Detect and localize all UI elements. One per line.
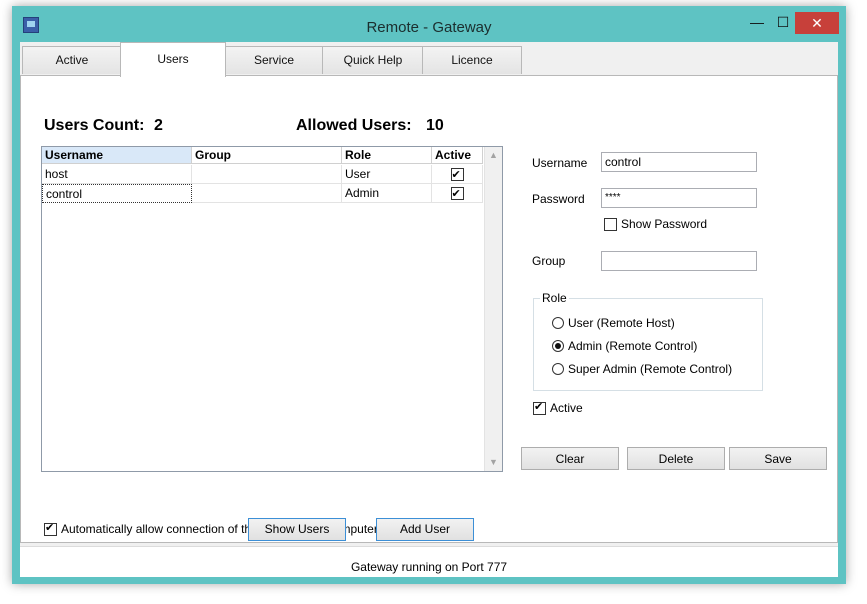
role-option-label: Admin (Remote Control): [568, 339, 698, 353]
show-password-checkbox[interactable]: [604, 217, 617, 231]
delete-button[interactable]: Delete: [627, 447, 725, 470]
close-button[interactable]: ✕: [795, 12, 839, 34]
role-radio-user[interactable]: [552, 317, 564, 329]
group-field[interactable]: [601, 251, 757, 271]
cell-role[interactable]: Admin: [342, 184, 432, 203]
role-option-super-admin[interactable]: Super Admin (Remote Control): [552, 362, 732, 376]
username-label: Username: [532, 156, 588, 170]
group-label: Group: [532, 254, 566, 268]
tab-service[interactable]: Service: [224, 46, 324, 74]
users-count-label: Users Count:: [44, 117, 145, 134]
tab-users[interactable]: Users: [120, 42, 226, 77]
add-user-button[interactable]: Add User: [376, 518, 474, 541]
column-header-active[interactable]: Active: [432, 147, 483, 164]
active-form-checkbox[interactable]: [533, 400, 546, 415]
role-radio-admin[interactable]: [552, 340, 564, 352]
role-option-label: User (Remote Host): [568, 316, 675, 330]
auto-allow-checkbox[interactable]: [44, 521, 57, 536]
column-header-role[interactable]: Role: [342, 147, 432, 164]
allowed-users-value: 10: [426, 117, 444, 134]
scroll-up-arrow-icon[interactable]: ▲: [485, 147, 502, 164]
tab-quick-help[interactable]: Quick Help: [322, 46, 424, 74]
tab-bar: Active Users Service Quick Help Licence: [20, 42, 838, 77]
users-grid[interactable]: Username Group Role Active host User con…: [41, 146, 503, 472]
role-groupbox: Role User (Remote Host) Admin (Remote Co…: [533, 291, 763, 391]
allowed-users-label: Allowed Users:: [296, 117, 412, 134]
client-area: Active Users Service Quick Help Licence …: [20, 42, 838, 577]
cell-username[interactable]: control: [42, 184, 192, 203]
active-option[interactable]: Active: [533, 400, 583, 415]
cell-group[interactable]: [192, 165, 342, 184]
cell-active[interactable]: [432, 165, 483, 185]
active-checkbox[interactable]: [450, 166, 464, 185]
maximize-button[interactable]: ☐: [770, 12, 796, 32]
scroll-down-arrow-icon[interactable]: ▼: [485, 454, 502, 471]
show-password-label: Show Password: [621, 217, 708, 231]
clear-button[interactable]: Clear: [521, 447, 619, 470]
cell-group[interactable]: [192, 184, 342, 203]
table-row[interactable]: control Admin: [42, 184, 483, 204]
show-users-button[interactable]: Show Users: [248, 518, 346, 541]
users-count-value: 2: [154, 117, 163, 134]
cell-active[interactable]: [432, 184, 483, 204]
window-title: Remote - Gateway: [366, 19, 492, 36]
grid-header: Username Group Role Active: [42, 147, 483, 165]
username-field[interactable]: control: [601, 152, 757, 172]
grid-scrollbar[interactable]: ▲ ▼: [484, 147, 502, 471]
role-option-admin[interactable]: Admin (Remote Control): [552, 339, 697, 353]
role-option-user[interactable]: User (Remote Host): [552, 316, 675, 330]
app-window: Remote - Gateway — ☐ ✕ Active Users Serv…: [12, 6, 846, 584]
password-label: Password: [532, 192, 585, 206]
column-header-username[interactable]: Username: [42, 147, 192, 164]
status-bar: Gateway running on Port 777: [20, 546, 838, 577]
show-password-option[interactable]: Show Password: [604, 217, 707, 231]
tab-active[interactable]: Active: [22, 46, 122, 74]
cell-role[interactable]: User: [342, 165, 432, 184]
cell-username[interactable]: host: [42, 165, 192, 184]
table-row[interactable]: host User: [42, 165, 483, 185]
active-form-label: Active: [550, 401, 583, 415]
tab-licence[interactable]: Licence: [422, 46, 522, 74]
users-panel: Users Count: 2 Allowed Users: 10 Usernam…: [20, 75, 838, 543]
title-bar[interactable]: Remote - Gateway — ☐ ✕: [12, 6, 846, 42]
minimize-button[interactable]: —: [744, 12, 770, 32]
active-checkbox[interactable]: [450, 185, 464, 204]
column-header-group[interactable]: Group: [192, 147, 342, 164]
role-radio-super-admin[interactable]: [552, 363, 564, 375]
role-option-label: Super Admin (Remote Control): [568, 362, 733, 376]
password-field[interactable]: ****: [601, 188, 757, 208]
save-button[interactable]: Save: [729, 447, 827, 470]
role-groupbox-title: Role: [540, 291, 569, 305]
